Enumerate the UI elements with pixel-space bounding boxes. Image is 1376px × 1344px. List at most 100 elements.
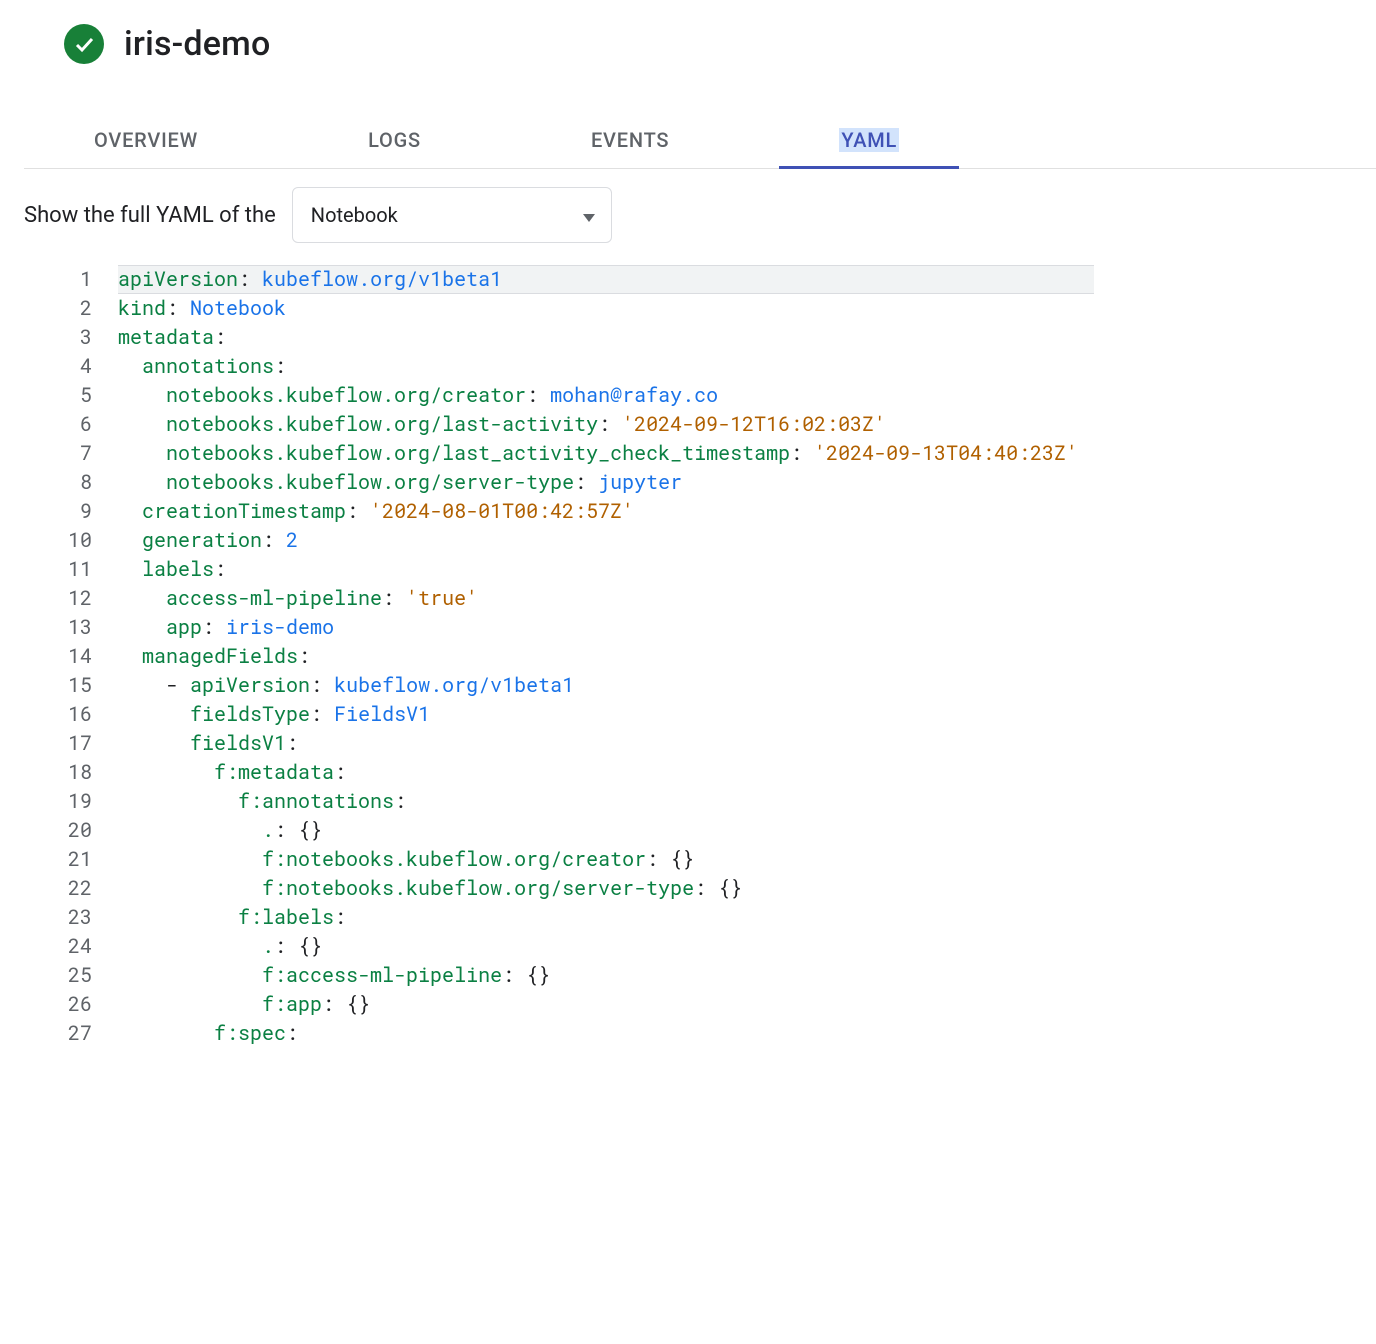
- line-number: 12: [24, 584, 92, 613]
- code-line[interactable]: notebooks.kubeflow.org/creator: mohan@ra…: [118, 381, 1094, 410]
- code-token: notebooks.kubeflow.org/last-activity: [166, 411, 598, 437]
- line-number: 14: [24, 642, 92, 671]
- code-token: FieldsV1: [334, 701, 430, 727]
- line-number: 18: [24, 758, 92, 787]
- code-token: :: [574, 469, 598, 495]
- line-number: 19: [24, 787, 92, 816]
- line-number: 9: [24, 497, 92, 526]
- code-line[interactable]: .: {}: [118, 932, 1094, 961]
- code-token: :: [214, 324, 226, 350]
- page-root: iris-demo OVERVIEW LOGS EVENTS YAML Show…: [0, 0, 1376, 1048]
- code-token: :: [202, 614, 226, 640]
- code-token: f:spec: [214, 1020, 286, 1046]
- code-token: app: [166, 614, 202, 640]
- code-line[interactable]: generation: 2: [118, 526, 1094, 555]
- code-token: f:access-ml-pipeline: [262, 962, 502, 988]
- code-token: :: [598, 411, 622, 437]
- code-line[interactable]: annotations:: [118, 352, 1094, 381]
- tab-yaml-label: YAML: [839, 128, 899, 152]
- line-number: 15: [24, 671, 92, 700]
- code-line[interactable]: f:labels:: [118, 903, 1094, 932]
- code-line[interactable]: f:metadata:: [118, 758, 1094, 787]
- code-line[interactable]: app: iris-demo: [118, 613, 1094, 642]
- code-token: f:notebooks.kubeflow.org/creator: [262, 846, 646, 872]
- code-token: -: [166, 672, 190, 698]
- code-token: 'true': [406, 585, 478, 611]
- line-number: 6: [24, 410, 92, 439]
- code-line[interactable]: notebooks.kubeflow.org/last_activity_che…: [118, 439, 1094, 468]
- code-line[interactable]: notebooks.kubeflow.org/server-type: jupy…: [118, 468, 1094, 497]
- page-title: iris-demo: [124, 24, 270, 64]
- code-token: :: [334, 904, 346, 930]
- tab-yaml[interactable]: YAML: [829, 114, 909, 168]
- code-token: :: [790, 440, 814, 466]
- line-number: 13: [24, 613, 92, 642]
- status-check-icon: [64, 24, 104, 64]
- code-token: {}: [346, 991, 370, 1017]
- code-token: '2024-08-01T00:42:57Z': [370, 498, 634, 524]
- line-number-gutter: 1234567891011121314151617181920212223242…: [24, 265, 118, 1048]
- code-token: :: [262, 527, 286, 553]
- code-line[interactable]: f:notebooks.kubeflow.org/creator: {}: [118, 845, 1094, 874]
- yaml-object-select[interactable]: Notebook: [292, 187, 612, 243]
- code-line[interactable]: notebooks.kubeflow.org/last-activity: '2…: [118, 410, 1094, 439]
- line-number: 17: [24, 729, 92, 758]
- tab-bar: OVERVIEW LOGS EVENTS YAML: [24, 114, 1376, 169]
- code-token: apiVersion: [190, 672, 310, 698]
- line-number: 27: [24, 1019, 92, 1048]
- code-token: :: [274, 817, 298, 843]
- code-line[interactable]: metadata:: [118, 323, 1094, 352]
- line-number: 24: [24, 932, 92, 961]
- code-line[interactable]: apiVersion: kubeflow.org/v1beta1: [118, 265, 1094, 294]
- code-token: 2: [286, 527, 298, 553]
- yaml-editor[interactable]: 1234567891011121314151617181920212223242…: [24, 265, 1094, 1048]
- line-number: 22: [24, 874, 92, 903]
- code-line[interactable]: - apiVersion: kubeflow.org/v1beta1: [118, 671, 1094, 700]
- code-line[interactable]: f:spec:: [118, 1019, 1094, 1048]
- code-token: jupyter: [598, 469, 682, 495]
- tab-overview[interactable]: OVERVIEW: [84, 114, 208, 168]
- code-line[interactable]: creationTimestamp: '2024-08-01T00:42:57Z…: [118, 497, 1094, 526]
- tab-events[interactable]: EVENTS: [581, 114, 679, 168]
- code-line[interactable]: f:app: {}: [118, 990, 1094, 1019]
- code-token: :: [310, 701, 334, 727]
- code-token: f:metadata: [214, 759, 334, 785]
- code-token: {}: [298, 933, 322, 959]
- code-token: fieldsType: [190, 701, 310, 727]
- tab-logs-label: LOGS: [368, 128, 421, 152]
- filter-prefix-text: Show the full YAML of the: [24, 203, 276, 228]
- code-token: '2024-09-12T16:02:03Z': [622, 411, 886, 437]
- code-token: {}: [718, 875, 742, 901]
- code-token: kubeflow.org/v1beta1: [262, 266, 502, 292]
- tab-logs[interactable]: LOGS: [358, 114, 431, 168]
- code-line[interactable]: f:access-ml-pipeline: {}: [118, 961, 1094, 990]
- code-token: f:labels: [238, 904, 334, 930]
- code-token: f:app: [262, 991, 322, 1017]
- code-line[interactable]: fieldsType: FieldsV1: [118, 700, 1094, 729]
- code-line[interactable]: managedFields:: [118, 642, 1094, 671]
- code-token: :: [526, 382, 550, 408]
- line-number: 1: [24, 265, 92, 294]
- code-line[interactable]: access-ml-pipeline: 'true': [118, 584, 1094, 613]
- line-number: 5: [24, 381, 92, 410]
- code-line[interactable]: f:notebooks.kubeflow.org/server-type: {}: [118, 874, 1094, 903]
- select-value: Notebook: [311, 203, 398, 227]
- code-line[interactable]: .: {}: [118, 816, 1094, 845]
- code-token: apiVersion: [118, 266, 238, 292]
- code-line[interactable]: fieldsV1:: [118, 729, 1094, 758]
- line-number: 4: [24, 352, 92, 381]
- code-token: :: [310, 672, 334, 698]
- code-line[interactable]: labels:: [118, 555, 1094, 584]
- header: iris-demo: [24, 24, 1376, 64]
- code-token: :: [214, 556, 226, 582]
- code-line[interactable]: f:annotations:: [118, 787, 1094, 816]
- code-area[interactable]: apiVersion: kubeflow.org/v1beta1kind: No…: [118, 265, 1094, 1048]
- code-token: metadata: [118, 324, 214, 350]
- code-line[interactable]: kind: Notebook: [118, 294, 1094, 323]
- code-token: kubeflow.org/v1beta1: [334, 672, 574, 698]
- code-token: :: [274, 353, 286, 379]
- line-number: 16: [24, 700, 92, 729]
- code-token: creationTimestamp: [142, 498, 346, 524]
- code-token: f:annotations: [238, 788, 394, 814]
- code-token: :: [274, 933, 298, 959]
